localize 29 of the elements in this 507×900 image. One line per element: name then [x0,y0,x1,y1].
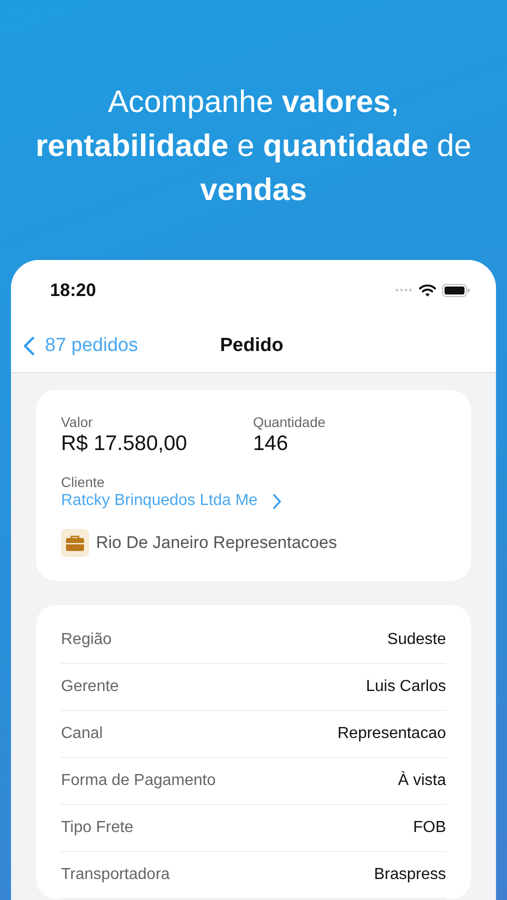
detail-label: Tipo Frete [61,819,134,837]
back-button[interactable]: 87 pedidos [23,335,138,357]
field-value: 146 [253,432,290,456]
detail-label: Gerente [61,678,119,696]
detail-label: Canal [61,725,103,743]
briefcase-icon [61,529,89,557]
screen-title: Pedido [220,335,284,357]
detail-value: Representacao [337,725,446,743]
detail-label: Transportadora [61,866,170,884]
detail-value: Luis Carlos [366,678,446,696]
client-link[interactable]: Ratcky Brinquedos Ltda Me [61,492,282,510]
cellular-signal-icon [395,288,413,292]
status-time: 18:20 [50,280,96,300]
representative-name: Rio De Janeiro Representacoes [96,533,337,553]
wifi-icon [419,284,436,296]
headline: Acompanhe valores, rentabilidade e quantidade de vendas [34,83,472,209]
field-label: Quantidade [253,414,326,430]
detail-value: À vista [398,772,446,790]
detail-value: Sudeste [387,631,446,649]
detail-label: Região [61,631,112,649]
detail-label: Forma de Pagamento [61,772,216,790]
chevron-right-icon [272,492,282,510]
detail-value: Braspress [374,866,446,884]
field-label: Valor [61,414,94,430]
field-value: R$ 17.580,00 [61,432,188,456]
battery-icon [442,284,470,296]
chevron-left-icon [23,336,35,356]
field-label: Cliente [61,474,106,490]
detail-value: FOB [413,819,446,837]
